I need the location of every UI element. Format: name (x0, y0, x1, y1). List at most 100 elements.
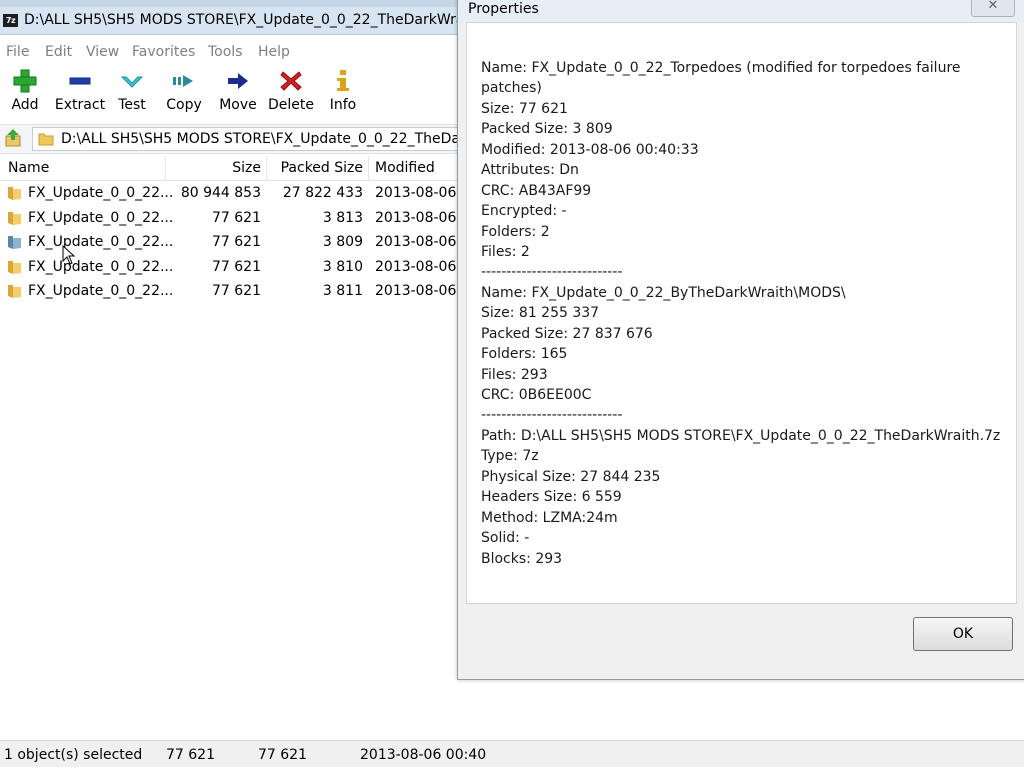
prop-line: Files: 293 (481, 367, 548, 383)
file-size: 77 621 (212, 210, 261, 226)
prop-line: Type: 7z (481, 448, 539, 464)
file-packed-size: 3 811 (322, 283, 363, 299)
prop-line: patches) (481, 80, 542, 96)
move-label: Move (219, 97, 257, 113)
column-divider[interactable] (165, 156, 166, 180)
column-name[interactable]: Name (8, 160, 49, 176)
dialog-title: Properties (468, 1, 539, 17)
move-button[interactable]: Move (218, 68, 258, 118)
menu-file[interactable]: File (6, 44, 29, 60)
file-row[interactable]: FX_Update_0_0_22... 80 944 853 27 822 43… (0, 181, 470, 205)
file-packed-size: 3 809 (322, 234, 363, 250)
file-row[interactable]: FX_Update_0_0_22... 77 621 3 810 2013-08… (0, 255, 470, 279)
file-list-header: Name Size Packed Size Modified (0, 156, 460, 181)
prop-line: Attributes: Dn (481, 162, 579, 178)
column-size[interactable]: Size (170, 160, 261, 176)
plus-icon (13, 69, 37, 93)
file-row[interactable]: FX_Update_0_0_22... 77 621 3 813 2013-08… (0, 206, 470, 230)
folder-icon (8, 187, 21, 200)
prop-line: Name: FX_Update_0_0_22_ByTheDarkWraith\M… (481, 285, 846, 301)
file-row-selected[interactable]: FX_Update_0_0_22... 77 621 3 809 2013-08… (0, 230, 470, 265)
menu-tools[interactable]: Tools (208, 44, 243, 60)
delete-x-icon (280, 71, 302, 91)
ok-button[interactable]: OK (913, 617, 1013, 651)
app-icon: 7z (3, 14, 18, 27)
file-modified: 2013-08-06... (375, 234, 470, 250)
info-button[interactable]: Info (328, 68, 358, 118)
up-folder-icon[interactable] (4, 128, 24, 148)
copy-button[interactable]: Copy (164, 68, 204, 118)
status-selected: 1 object(s) selected (4, 747, 143, 763)
file-modified: 2013-08-06... (375, 210, 470, 226)
prop-separator: ---------------------------- (481, 264, 623, 280)
file-name: FX_Update_0_0_22... (28, 283, 174, 299)
prop-line: Size: 77 621 (481, 101, 568, 117)
status-modified: 2013-08-06 00:40 (360, 747, 487, 763)
title-strip (0, 0, 460, 7)
add-button[interactable]: Add (6, 68, 44, 118)
column-divider[interactable] (266, 156, 267, 180)
prop-separator: ---------------------------- (481, 407, 623, 423)
prop-line: Folders: 165 (481, 346, 568, 362)
toolbar: Add Extract Test Copy Move Delete Info (0, 64, 460, 120)
prop-line: Folders: 2 (481, 224, 550, 240)
file-row[interactable]: FX_Update_0_0_22... 77 621 3 811 2013-08… (0, 279, 470, 303)
prop-line: Size: 81 255 337 (481, 305, 600, 321)
close-icon[interactable]: ✕ (971, 0, 1015, 17)
menu-view[interactable]: View (86, 44, 119, 60)
prop-line: CRC: AB43AF99 (481, 183, 592, 199)
folder-icon (8, 236, 21, 249)
prop-line: Method: LZMA:24m (481, 510, 618, 526)
test-button[interactable]: Test (114, 68, 150, 118)
file-size: 77 621 (212, 234, 261, 250)
prop-line: CRC: 0B6EE00C (481, 387, 592, 403)
prop-line: Blocks: 293 (481, 551, 563, 567)
dialog-titlebar[interactable]: Properties ✕ (458, 0, 1024, 23)
status-bar: 1 object(s) selected 77 621 77 621 2013-… (0, 740, 1024, 767)
status-size: 77 621 (166, 747, 215, 763)
file-size: 80 944 853 (180, 185, 261, 201)
status-packed: 77 621 (258, 747, 307, 763)
menubar: File Edit View Favorites Tools Help (0, 41, 460, 63)
column-packed-size[interactable]: Packed Size (270, 160, 363, 176)
info-label: Info (329, 97, 357, 113)
prop-line: Solid: - (481, 530, 530, 546)
file-size: 77 621 (212, 283, 261, 299)
file-modified: 2013-08-06... (375, 185, 470, 201)
delete-label: Delete (268, 97, 314, 113)
extract-label: Extract (54, 97, 106, 113)
info-icon (337, 70, 349, 91)
file-modified: 2013-08-06... (375, 283, 470, 299)
add-label: Add (11, 97, 39, 113)
column-divider[interactable] (368, 156, 369, 180)
extract-button[interactable]: Extract (54, 68, 106, 118)
address-bar: D:\ALL SH5\SH5 MODS STORE\FX_Update_0_0_… (0, 124, 545, 154)
menu-favorites[interactable]: Favorites (132, 44, 195, 60)
file-name: FX_Update_0_0_22... (28, 210, 174, 226)
menu-help[interactable]: Help (258, 44, 290, 60)
window-title: D:\ALL SH5\SH5 MODS STORE\FX_Update_0_0_… (24, 12, 460, 28)
file-name: FX_Update_0_0_22... (28, 234, 174, 250)
file-packed-size: 3 813 (322, 210, 363, 226)
prop-line: Packed Size: 3 809 (481, 121, 613, 137)
properties-dialog: Properties ✕ Name: FX_Update_0_0_22_Torp… (457, 0, 1024, 680)
folder-icon (8, 212, 21, 225)
test-check-icon (120, 76, 144, 88)
delete-button[interactable]: Delete (266, 68, 316, 118)
folder-icon (8, 261, 21, 274)
address-field[interactable]: D:\ALL SH5\SH5 MODS STORE\FX_Update_0_0_… (32, 127, 545, 151)
menu-edit[interactable]: Edit (45, 44, 72, 60)
prop-line: Name: FX_Update_0_0_22_Torpedoes (modifi… (481, 60, 961, 76)
test-label: Test (118, 97, 146, 113)
copy-arrow-icon (173, 75, 193, 87)
file-size: 77 621 (212, 259, 261, 275)
prop-line: Path: D:\ALL SH5\SH5 MODS STORE\FX_Updat… (481, 428, 1001, 444)
folder-icon (38, 133, 54, 146)
folder-icon (8, 285, 21, 298)
file-packed-size: 27 822 433 (282, 185, 363, 201)
prop-line: Modified: 2013-08-06 00:40:33 (481, 142, 699, 158)
prop-line: Physical Size: 27 844 235 (481, 469, 661, 485)
minus-icon (69, 77, 91, 85)
column-modified[interactable]: Modified (375, 160, 435, 176)
file-packed-size: 3 810 (322, 259, 363, 275)
